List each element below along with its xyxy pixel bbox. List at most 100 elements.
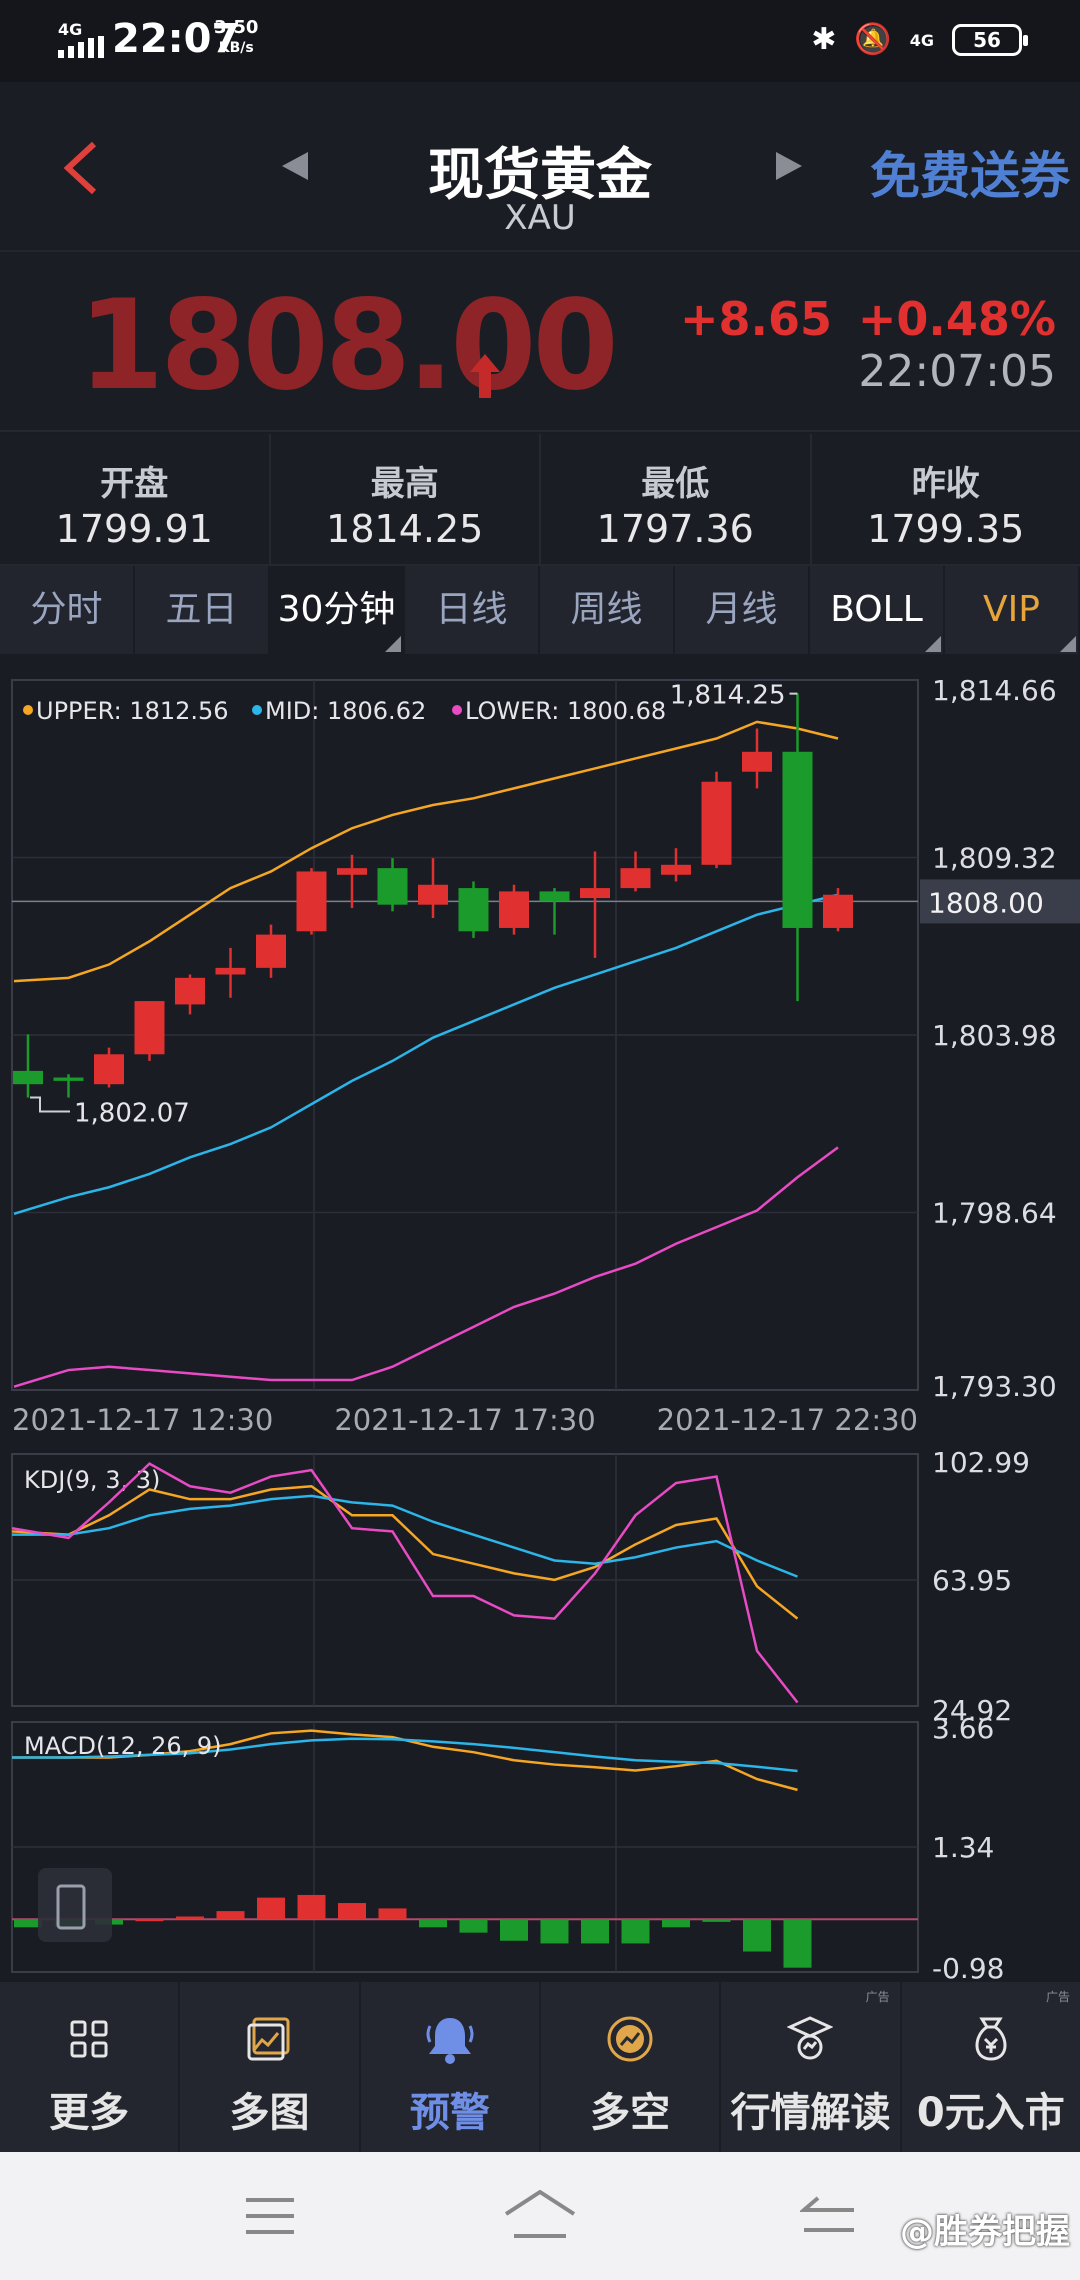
tab-vip[interactable]: VIP xyxy=(945,566,1080,654)
bottom-toolbar: 更多 多图 预警 多空 广告 行情解读 广告 0元入市 xyxy=(0,1982,1080,2152)
stat-value: 1799.91 xyxy=(55,507,213,551)
dropdown-corner-icon xyxy=(385,636,401,652)
bell-icon xyxy=(426,2018,474,2064)
candle-body xyxy=(823,894,853,928)
stat-prev-close: 昨收 1799.35 xyxy=(812,434,1080,564)
ad-label: 广告 xyxy=(865,1990,890,2004)
app-header: 现货黄金 XAU 免费送券 xyxy=(0,82,1080,252)
tool-label: 行情解读 xyxy=(730,2090,891,2136)
macd-histogram-bar xyxy=(459,1919,488,1933)
multi-chart-icon xyxy=(247,2017,290,2061)
legend-mid: MID: 1806.62 xyxy=(265,697,426,725)
net-speed: 3.50 KB/s xyxy=(214,18,258,58)
up-arrow-icon xyxy=(470,354,500,398)
tab-30min[interactable]: 30分钟 xyxy=(270,566,405,654)
last-price: 1808.00 xyxy=(78,274,619,418)
candle-body xyxy=(215,967,246,975)
tab-daily[interactable]: 日线 xyxy=(405,566,540,654)
candle-body xyxy=(620,868,651,889)
stat-high: 最高 1814.25 xyxy=(271,434,541,564)
tab-five-day[interactable]: 五日 xyxy=(135,566,270,654)
menu-icon[interactable] xyxy=(244,2196,296,2236)
money-bag-icon xyxy=(975,2017,1007,2061)
free-coupon-button[interactable]: 免费送券 xyxy=(870,136,1070,208)
tab-weekly[interactable]: 周线 xyxy=(540,566,675,654)
candle-body xyxy=(13,1070,43,1085)
candle-body xyxy=(418,884,448,905)
prev-symbol-icon[interactable] xyxy=(282,152,308,180)
macd-title: MACD(12, 26, 9) xyxy=(24,1732,222,1760)
net-speed-value: 3.50 xyxy=(214,17,259,38)
macd-histogram-bar xyxy=(662,1919,690,1928)
macd-histogram-bar xyxy=(135,1919,164,1922)
candle-body xyxy=(661,864,691,875)
back-nav-icon[interactable] xyxy=(800,2196,856,2236)
macd-histogram-bar xyxy=(338,1903,366,1920)
macd-histogram-bar xyxy=(216,1911,245,1920)
home-icon[interactable] xyxy=(504,2190,576,2240)
macd-histogram-bar xyxy=(540,1919,569,1944)
candle-body xyxy=(256,934,286,968)
chart-canvas[interactable]: 1,814.66 1,809.32 1,803.98 1,798.64 1,793.30… xyxy=(0,654,1080,1985)
tool-long-short[interactable]: 多空 xyxy=(541,1982,722,2152)
min-marker-line xyxy=(30,1096,70,1113)
y-tick-label: 1,814.66 xyxy=(932,674,1057,707)
candle-body xyxy=(782,751,813,928)
dropdown-corner-icon xyxy=(1060,636,1076,652)
candle-body xyxy=(499,891,529,928)
tool-more[interactable]: 更多 xyxy=(0,1982,181,2152)
candle-body xyxy=(134,1001,165,1055)
kdj-j-line xyxy=(11,1462,799,1704)
tab-label: VIP xyxy=(983,589,1040,630)
x-tick-label: 2021-12-17 17:30 xyxy=(334,1403,595,1437)
back-arrow-icon[interactable] xyxy=(58,138,106,198)
tool-analysis[interactable]: 广告 行情解读 xyxy=(721,1982,902,2152)
quote-panel: 1808.00 +8.65 +0.48% 22:07:05 xyxy=(0,252,1080,432)
legend-lower: LOWER: 1800.68 xyxy=(465,697,666,725)
tool-label: 预警 xyxy=(409,2090,490,2136)
tab-indicator[interactable]: BOLL xyxy=(810,566,945,654)
y-tick-label: -0.98 xyxy=(932,1952,1004,1980)
y-tick-label: 3.66 xyxy=(932,1712,994,1745)
macd-histogram-bar xyxy=(581,1919,609,1944)
status-bar: 4G 22:07 3.50 KB/s ✱ 🔕 4G 56 xyxy=(0,0,1080,82)
grid-icon xyxy=(70,2020,108,2058)
tool-label: 多空 xyxy=(590,2090,671,2136)
symbol-code: XAU xyxy=(504,198,576,238)
tab-label: BOLL xyxy=(830,589,923,630)
legend-dot xyxy=(23,705,33,715)
candle-body xyxy=(742,751,772,772)
tool-alert[interactable]: 预警 xyxy=(361,1982,541,2152)
macd-histogram-bar xyxy=(14,1919,42,1928)
current-price-label: 1808.00 xyxy=(928,886,1044,919)
y-tick-label: 1,809.32 xyxy=(932,842,1057,875)
tab-monthly[interactable]: 月线 xyxy=(675,566,810,654)
candle-body xyxy=(337,868,367,875)
macd-histogram-bar xyxy=(419,1919,447,1928)
system-nav-bar: @胜券把握 xyxy=(0,2152,1080,2280)
min-price-label: 1,802.07 xyxy=(74,1098,190,1128)
macd-histogram-bar xyxy=(743,1919,771,1952)
legend-dot xyxy=(452,705,462,715)
price-change: +8.65 xyxy=(680,292,833,346)
y-tick-label: 1,803.98 xyxy=(932,1019,1057,1052)
tool-multi-chart[interactable]: 多图 xyxy=(180,1982,361,2152)
legend-upper: UPPER: 1812.56 xyxy=(36,697,229,725)
candle-body xyxy=(175,977,205,1005)
stat-label: 开盘 xyxy=(100,464,169,504)
stat-label: 最高 xyxy=(370,464,439,504)
tool-label: 更多 xyxy=(49,2090,130,2136)
next-symbol-icon[interactable] xyxy=(776,152,802,180)
macd-histogram-bar xyxy=(378,1908,407,1920)
tab-label: 30分钟 xyxy=(277,589,396,630)
tool-enter-market[interactable]: 广告 0元入市 xyxy=(902,1982,1080,2152)
tool-label: 0元入市 xyxy=(916,2090,1065,2136)
candle-body xyxy=(94,1054,124,1085)
period-tabs: 分时 五日 30分钟 日线 周线 月线 BOLL VIP xyxy=(0,566,1080,654)
stats-row: 开盘 1799.91 最高 1814.25 最低 1797.36 昨收 1799… xyxy=(0,434,1080,566)
dropdown-corner-icon xyxy=(925,636,941,652)
stat-value: 1799.35 xyxy=(867,507,1025,551)
mobile-data-label: 4G xyxy=(909,30,934,50)
chart-area[interactable]: 1,814.66 1,809.32 1,803.98 1,798.64 1,793.30… xyxy=(0,654,1080,1985)
tab-intraday[interactable]: 分时 xyxy=(0,566,135,654)
